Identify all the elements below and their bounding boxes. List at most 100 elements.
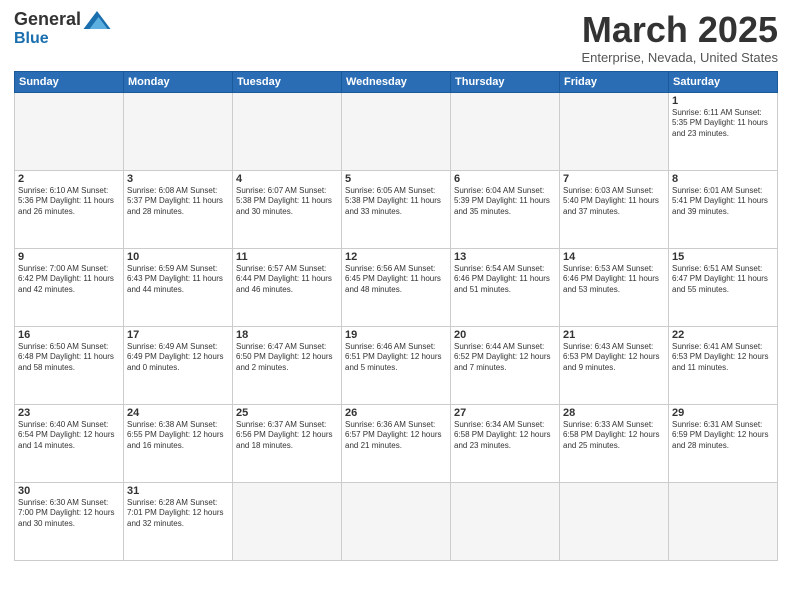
day-number: 8 — [672, 173, 774, 185]
title-area: March 2025 Enterprise, Nevada, United St… — [581, 10, 778, 65]
day-number: 14 — [563, 251, 665, 263]
calendar-cell: 5Sunrise: 6:05 AM Sunset: 5:38 PM Daylig… — [342, 170, 451, 248]
calendar-cell: 18Sunrise: 6:47 AM Sunset: 6:50 PM Dayli… — [233, 326, 342, 404]
day-info: Sunrise: 6:31 AM Sunset: 6:59 PM Dayligh… — [672, 420, 774, 452]
day-info: Sunrise: 6:05 AM Sunset: 5:38 PM Dayligh… — [345, 186, 447, 218]
calendar-cell — [451, 92, 560, 170]
calendar-cell: 22Sunrise: 6:41 AM Sunset: 6:53 PM Dayli… — [669, 326, 778, 404]
calendar-cell: 3Sunrise: 6:08 AM Sunset: 5:37 PM Daylig… — [124, 170, 233, 248]
month-title: March 2025 — [581, 10, 778, 50]
day-info: Sunrise: 6:50 AM Sunset: 6:48 PM Dayligh… — [18, 342, 120, 374]
day-info: Sunrise: 6:08 AM Sunset: 5:37 PM Dayligh… — [127, 186, 229, 218]
day-number: 5 — [345, 173, 447, 185]
day-info: Sunrise: 6:46 AM Sunset: 6:51 PM Dayligh… — [345, 342, 447, 374]
day-info: Sunrise: 6:59 AM Sunset: 6:43 PM Dayligh… — [127, 264, 229, 296]
day-number: 3 — [127, 173, 229, 185]
day-info: Sunrise: 6:03 AM Sunset: 5:40 PM Dayligh… — [563, 186, 665, 218]
day-number: 30 — [18, 485, 120, 497]
day-info: Sunrise: 6:57 AM Sunset: 6:44 PM Dayligh… — [236, 264, 338, 296]
day-info: Sunrise: 6:54 AM Sunset: 6:46 PM Dayligh… — [454, 264, 556, 296]
weekday-monday: Monday — [124, 71, 233, 92]
day-number: 6 — [454, 173, 556, 185]
subtitle: Enterprise, Nevada, United States — [581, 50, 778, 65]
day-info: Sunrise: 6:38 AM Sunset: 6:55 PM Dayligh… — [127, 420, 229, 452]
logo-blue: Blue — [14, 30, 49, 48]
day-number: 10 — [127, 251, 229, 263]
day-number: 20 — [454, 329, 556, 341]
calendar-cell: 30Sunrise: 6:30 AM Sunset: 7:00 PM Dayli… — [15, 482, 124, 560]
day-info: Sunrise: 6:33 AM Sunset: 6:58 PM Dayligh… — [563, 420, 665, 452]
calendar-cell: 10Sunrise: 6:59 AM Sunset: 6:43 PM Dayli… — [124, 248, 233, 326]
calendar-cell: 16Sunrise: 6:50 AM Sunset: 6:48 PM Dayli… — [15, 326, 124, 404]
calendar-page: General Blue March 2025 Enterprise, Neva… — [0, 0, 792, 612]
day-number: 1 — [672, 95, 774, 107]
calendar-cell: 2Sunrise: 6:10 AM Sunset: 5:36 PM Daylig… — [15, 170, 124, 248]
calendar-cell: 14Sunrise: 6:53 AM Sunset: 6:46 PM Dayli… — [560, 248, 669, 326]
calendar-week-2: 2Sunrise: 6:10 AM Sunset: 5:36 PM Daylig… — [15, 170, 778, 248]
weekday-friday: Friday — [560, 71, 669, 92]
day-number: 7 — [563, 173, 665, 185]
weekday-sunday: Sunday — [15, 71, 124, 92]
day-info: Sunrise: 6:44 AM Sunset: 6:52 PM Dayligh… — [454, 342, 556, 374]
calendar-cell: 20Sunrise: 6:44 AM Sunset: 6:52 PM Dayli… — [451, 326, 560, 404]
calendar-header: SundayMondayTuesdayWednesdayThursdayFrid… — [15, 71, 778, 92]
day-number: 26 — [345, 407, 447, 419]
calendar-week-1: 1Sunrise: 6:11 AM Sunset: 5:35 PM Daylig… — [15, 92, 778, 170]
calendar-cell: 13Sunrise: 6:54 AM Sunset: 6:46 PM Dayli… — [451, 248, 560, 326]
day-number: 31 — [127, 485, 229, 497]
day-number: 23 — [18, 407, 120, 419]
day-info: Sunrise: 6:36 AM Sunset: 6:57 PM Dayligh… — [345, 420, 447, 452]
calendar-cell: 25Sunrise: 6:37 AM Sunset: 6:56 PM Dayli… — [233, 404, 342, 482]
calendar-cell: 29Sunrise: 6:31 AM Sunset: 6:59 PM Dayli… — [669, 404, 778, 482]
logo-area: General Blue — [14, 10, 111, 47]
day-info: Sunrise: 6:34 AM Sunset: 6:58 PM Dayligh… — [454, 420, 556, 452]
day-number: 15 — [672, 251, 774, 263]
calendar-cell — [233, 482, 342, 560]
day-info: Sunrise: 7:00 AM Sunset: 6:42 PM Dayligh… — [18, 264, 120, 296]
day-number: 17 — [127, 329, 229, 341]
day-info: Sunrise: 6:37 AM Sunset: 6:56 PM Dayligh… — [236, 420, 338, 452]
calendar-table: SundayMondayTuesdayWednesdayThursdayFrid… — [14, 71, 778, 561]
calendar-cell: 27Sunrise: 6:34 AM Sunset: 6:58 PM Dayli… — [451, 404, 560, 482]
weekday-tuesday: Tuesday — [233, 71, 342, 92]
calendar-cell — [342, 482, 451, 560]
calendar-cell: 17Sunrise: 6:49 AM Sunset: 6:49 PM Dayli… — [124, 326, 233, 404]
day-number: 2 — [18, 173, 120, 185]
day-number: 11 — [236, 251, 338, 263]
day-number: 24 — [127, 407, 229, 419]
calendar-week-4: 16Sunrise: 6:50 AM Sunset: 6:48 PM Dayli… — [15, 326, 778, 404]
day-number: 16 — [18, 329, 120, 341]
day-number: 21 — [563, 329, 665, 341]
calendar-cell: 28Sunrise: 6:33 AM Sunset: 6:58 PM Dayli… — [560, 404, 669, 482]
day-info: Sunrise: 6:47 AM Sunset: 6:50 PM Dayligh… — [236, 342, 338, 374]
day-number: 12 — [345, 251, 447, 263]
day-number: 19 — [345, 329, 447, 341]
header: General Blue March 2025 Enterprise, Neva… — [14, 10, 778, 65]
calendar-cell: 4Sunrise: 6:07 AM Sunset: 5:38 PM Daylig… — [233, 170, 342, 248]
day-number: 22 — [672, 329, 774, 341]
calendar-body: 1Sunrise: 6:11 AM Sunset: 5:35 PM Daylig… — [15, 92, 778, 560]
weekday-wednesday: Wednesday — [342, 71, 451, 92]
calendar-cell: 31Sunrise: 6:28 AM Sunset: 7:01 PM Dayli… — [124, 482, 233, 560]
calendar-cell: 15Sunrise: 6:51 AM Sunset: 6:47 PM Dayli… — [669, 248, 778, 326]
weekday-header-row: SundayMondayTuesdayWednesdayThursdayFrid… — [15, 71, 778, 92]
calendar-cell — [233, 92, 342, 170]
calendar-cell — [669, 482, 778, 560]
day-info: Sunrise: 6:30 AM Sunset: 7:00 PM Dayligh… — [18, 498, 120, 530]
calendar-cell: 1Sunrise: 6:11 AM Sunset: 5:35 PM Daylig… — [669, 92, 778, 170]
day-number: 25 — [236, 407, 338, 419]
weekday-thursday: Thursday — [451, 71, 560, 92]
calendar-week-3: 9Sunrise: 7:00 AM Sunset: 6:42 PM Daylig… — [15, 248, 778, 326]
day-info: Sunrise: 6:04 AM Sunset: 5:39 PM Dayligh… — [454, 186, 556, 218]
calendar-cell — [124, 92, 233, 170]
day-info: Sunrise: 6:56 AM Sunset: 6:45 PM Dayligh… — [345, 264, 447, 296]
day-info: Sunrise: 6:07 AM Sunset: 5:38 PM Dayligh… — [236, 186, 338, 218]
calendar-cell: 6Sunrise: 6:04 AM Sunset: 5:39 PM Daylig… — [451, 170, 560, 248]
day-number: 18 — [236, 329, 338, 341]
day-info: Sunrise: 6:41 AM Sunset: 6:53 PM Dayligh… — [672, 342, 774, 374]
day-info: Sunrise: 6:49 AM Sunset: 6:49 PM Dayligh… — [127, 342, 229, 374]
day-number: 4 — [236, 173, 338, 185]
calendar-cell: 11Sunrise: 6:57 AM Sunset: 6:44 PM Dayli… — [233, 248, 342, 326]
calendar-cell — [560, 92, 669, 170]
calendar-cell: 21Sunrise: 6:43 AM Sunset: 6:53 PM Dayli… — [560, 326, 669, 404]
